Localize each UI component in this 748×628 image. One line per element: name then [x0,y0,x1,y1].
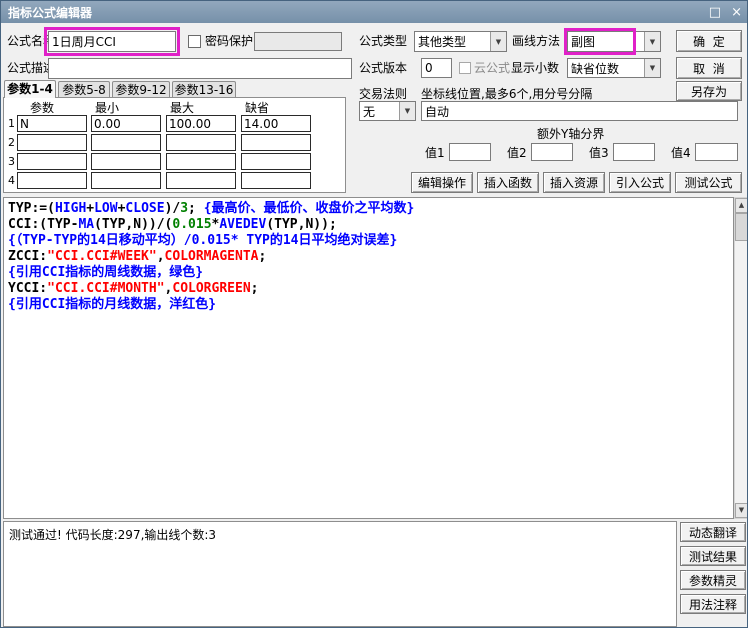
param-cell[interactable] [17,134,87,151]
row-number: 2 [8,136,15,149]
code-scrollbar[interactable]: ▲ ▼ [734,197,748,519]
row-number: 3 [8,155,15,168]
param-cell[interactable] [91,115,161,132]
value2-label: 值2 [507,143,527,164]
password-protect-label: 密码保护 [205,31,253,52]
param-cell[interactable] [17,153,87,170]
param-col-header: 缺省 [245,99,269,116]
close-icon[interactable]: × [731,6,742,19]
draw-method-dropdown[interactable]: 副图 ▼ [567,31,661,52]
cloud-formula-label: 云公式 [474,58,510,79]
param-col-header: 最小 [95,99,119,116]
value1-label: 值1 [425,143,445,164]
value4-label: 值4 [671,143,691,164]
dropdown-arrow-icon[interactable]: ▼ [644,59,660,77]
value2-input[interactable] [531,143,573,161]
param-cell[interactable] [91,134,161,151]
status-text: 测试通过! 代码长度:297,输出线个数:3 [9,528,216,542]
param-cell[interactable] [166,115,236,132]
maximize-icon[interactable]: □ [709,6,721,19]
formula-version-input[interactable] [421,58,452,78]
param-cell[interactable] [166,172,236,189]
param-wizard-button[interactable]: 参数精灵 [680,570,746,590]
decimal-display-dropdown[interactable]: 缺省位数 ▼ [567,58,661,78]
trade-rule-dropdown[interactable]: 无 ▼ [359,101,416,121]
test-output-box: 测试通过! 代码长度:297,输出线个数:3 [3,521,677,627]
dropdown-arrow-icon[interactable]: ▼ [399,102,415,120]
scrollbar-thumb[interactable] [735,213,748,241]
window-title: 指标公式编辑器 [8,4,92,21]
test-formula-button[interactable]: 测试公式 [675,172,742,193]
formula-desc-input[interactable] [48,58,352,79]
formula-version-label: 公式版本 [359,58,407,79]
value1-input[interactable] [449,143,491,161]
save-as-button[interactable]: 另存为 [676,81,742,101]
param-cell[interactable] [241,153,311,170]
formula-type-label: 公式类型 [359,31,407,52]
dynamic-translate-button[interactable]: 动态翻译 [680,522,746,542]
param-cell[interactable] [91,172,161,189]
trade-rule-value: 无 [360,102,399,120]
tab-params-1-4[interactable]: 参数1-4 [4,80,56,98]
param-cell[interactable] [241,115,311,132]
formula-name-input[interactable] [48,31,176,52]
value3-label: 值3 [589,143,609,164]
param-cell[interactable] [166,134,236,151]
value4-input[interactable] [695,143,738,161]
value3-input[interactable] [613,143,655,161]
import-formula-button[interactable]: 引入公式 [609,172,671,193]
scroll-down-icon[interactable]: ▼ [735,503,748,518]
formula-editor-window: 指标公式编辑器 □ × 公式名称 密码保护 公式类型 其他类型 ▼ 画线方法 副… [0,0,748,628]
usage-notes-button[interactable]: 用法注释 [680,594,746,614]
edit-operation-button[interactable]: 编辑操作 [411,172,473,193]
ok-button[interactable]: 确 定 [676,30,742,52]
decimal-display-label: 显示小数 [511,58,559,79]
param-cell[interactable] [17,115,87,132]
param-cell[interactable] [17,172,87,189]
extra-yaxis-label: 额外Y轴分界 [537,124,604,145]
titlebar: 指标公式编辑器 □ × [1,1,748,23]
dropdown-arrow-icon[interactable]: ▼ [490,32,506,51]
formula-type-dropdown[interactable]: 其他类型 ▼ [414,31,507,52]
tab-params-5-8[interactable]: 参数5-8 [58,81,110,98]
tab-params-9-12[interactable]: 参数9-12 [112,81,170,98]
dropdown-arrow-icon[interactable]: ▼ [644,32,660,51]
insert-resource-button[interactable]: 插入资源 [543,172,605,193]
param-cell[interactable] [241,134,311,151]
row-number: 1 [8,117,15,130]
row-number: 4 [8,174,15,187]
draw-method-label: 画线方法 [512,31,560,52]
tab-params-13-16[interactable]: 参数13-16 [172,81,236,98]
param-cell[interactable] [241,172,311,189]
code-text: TYP:=(HIGH+LOW+CLOSE)/3; {最高价、最低价、收盘价之平均… [8,201,733,313]
param-cell[interactable] [91,153,161,170]
password-input[interactable] [254,32,342,51]
param-col-header: 参数 [30,99,54,116]
coord-position-input[interactable] [421,101,738,121]
draw-method-value: 副图 [568,32,644,51]
cancel-button[interactable]: 取 消 [676,57,742,79]
param-cell[interactable] [166,153,236,170]
formula-type-value: 其他类型 [415,32,490,51]
code-editor[interactable]: TYP:=(HIGH+LOW+CLOSE)/3; {最高价、最低价、收盘价之平均… [3,197,734,519]
window-controls: □ × [709,6,742,19]
param-table: 参数 最小 最大 缺省 1 2 3 4 [3,97,346,193]
scroll-up-icon[interactable]: ▲ [735,198,748,213]
cloud-formula-checkbox[interactable] [459,62,471,74]
test-result-button[interactable]: 测试结果 [680,546,746,566]
decimal-display-value: 缺省位数 [568,59,644,77]
param-col-header: 最大 [170,99,194,116]
insert-function-button[interactable]: 插入函数 [477,172,539,193]
password-protect-checkbox[interactable] [188,35,201,48]
